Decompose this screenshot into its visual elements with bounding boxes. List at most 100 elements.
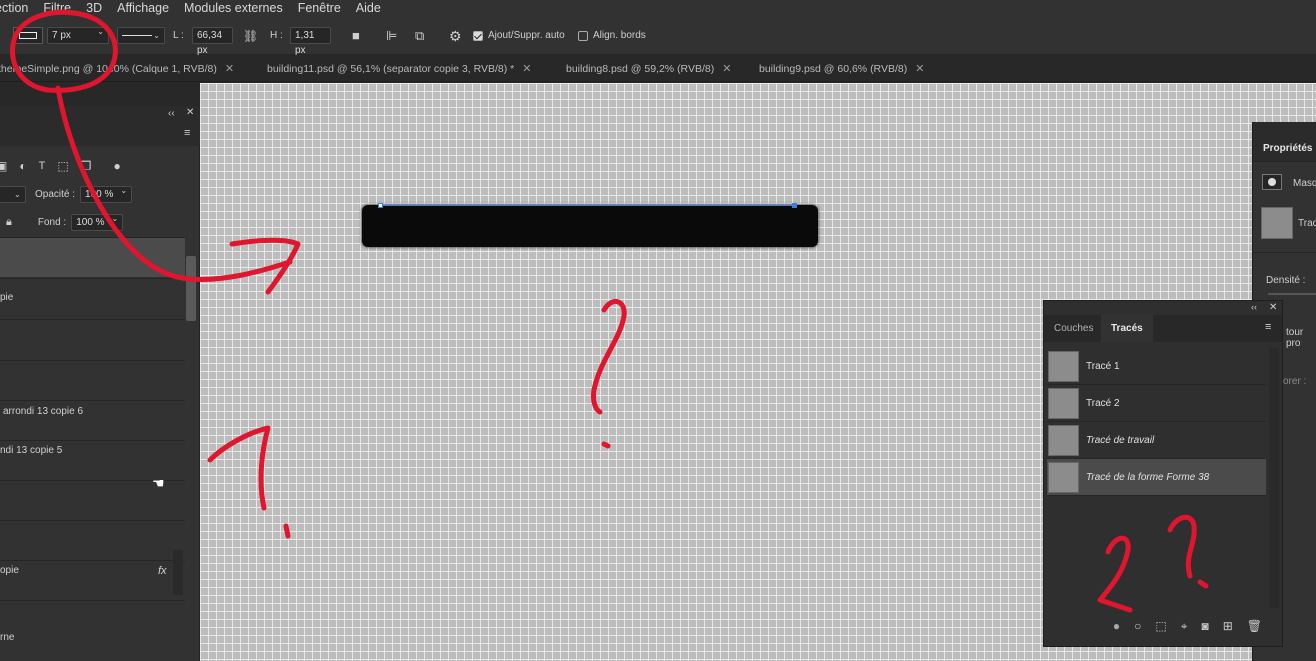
path-alignment-icon[interactable]: ⊫ (386, 29, 397, 42)
paths-scroll-track[interactable] (1269, 348, 1279, 608)
image-filter-icon[interactable]: ▣ (0, 160, 7, 172)
path-thumbnail (1048, 350, 1079, 382)
fill-path-icon[interactable]: ● (1113, 619, 1120, 633)
add-mask-icon[interactable]: ◙ (1201, 619, 1208, 633)
layer-row[interactable] (0, 520, 185, 560)
anchor-point[interactable] (792, 203, 797, 208)
fill-input[interactable]: 100 % ⌄ (71, 213, 124, 231)
tab-building9[interactable]: building9.psd @ 60,6% (RVB/8) ✕ (759, 56, 924, 82)
chevron-down-icon: ⌄ (111, 213, 119, 223)
paths-panel-tabs: Couches Tracés ≡ (1044, 315, 1282, 342)
new-path-icon[interactable]: ⊞ (1223, 619, 1233, 633)
layers-panel: ‹‹ ✕ ≡ ▣ ◐ T ⬚ ❐ ● ⌄ Opacité : 100 % ⌄ 🔒… (0, 106, 200, 661)
stroke-type-select[interactable]: ⌄ (117, 27, 165, 44)
layer-row[interactable]: pie (0, 278, 185, 318)
layer-row-selected[interactable] (0, 237, 185, 277)
close-icon[interactable]: ✕ (225, 63, 234, 75)
close-icon[interactable]: ✕ (722, 63, 731, 75)
path-name: Tracé de travail (1086, 434, 1155, 446)
menu-view[interactable]: Affichage (117, 1, 169, 15)
opacity-row: ⌄ Opacité : 100 % ⌄ (0, 184, 200, 204)
menu-3d[interactable]: 3D (86, 1, 102, 15)
tab-theme-simple[interactable]: themeSimple.png @ 1040% (Calque 1, RVB/8… (0, 56, 234, 82)
path-segment[interactable] (380, 205, 795, 206)
link-icon[interactable]: ⛓ (243, 30, 258, 42)
collapse-panel-icon[interactable]: ‹‹ (168, 109, 175, 119)
panel-menu-icon[interactable]: ≡ (184, 128, 190, 139)
layer-row[interactable]: ndi 13 copie 5 (0, 440, 185, 480)
menu-help[interactable]: Aide (356, 1, 381, 15)
tab-building11[interactable]: building11.psd @ 56,1% (separator copie … (267, 56, 531, 82)
options-bar: 7 px ⌄ ⌄ L : 66,34 px ⛓ H : 1,31 px ■ ⊫ … (0, 15, 1316, 56)
anchor-point[interactable] (378, 203, 383, 208)
lock-icon[interactable]: 🔒︎ (6, 216, 12, 228)
close-icon[interactable]: ✕ (1269, 303, 1277, 313)
fx-badge[interactable]: fx (158, 565, 167, 577)
layer-filter-icons: ▣ ◐ T ⬚ ❐ ● (0, 154, 200, 178)
density-slider[interactable] (1268, 293, 1316, 295)
make-work-path-icon[interactable]: ⌖ (1181, 619, 1188, 634)
type-filter-icon[interactable]: T (39, 160, 46, 172)
blend-mode-select[interactable]: ⌄ (0, 185, 26, 203)
smart-object-filter-icon[interactable]: ❐ (81, 160, 92, 172)
path-item[interactable]: Tracé de travail (1047, 422, 1266, 459)
collapse-panel-icon[interactable]: ‹‹ (1251, 303, 1257, 312)
layer-row[interactable]: rne (0, 626, 185, 661)
checkbox-checked (473, 30, 483, 41)
paths-panel: ‹‹ ✕ Couches Tracés ≡ Tracé 1 Tracé 2 Tr… (1043, 300, 1283, 647)
layer-row[interactable] (0, 319, 185, 359)
layer-row[interactable]: opie fx ⌃ (0, 560, 185, 600)
fill-value: 100 % (76, 216, 105, 228)
shape-filter-icon[interactable]: ⬚ (57, 160, 68, 172)
chevron-down-icon: ⌄ (153, 30, 160, 40)
trash-icon[interactable]: 🗑︎ (1247, 619, 1262, 633)
menu-filter[interactable]: Filtre (43, 1, 71, 15)
gear-icon[interactable]: ⚙ (449, 29, 462, 43)
path-thumbnail (1261, 207, 1293, 239)
adjustment-filter-icon[interactable]: ◐ (19, 160, 26, 172)
mask-icon[interactable] (1262, 174, 1282, 190)
width-label: L : (173, 30, 184, 41)
opacity-input[interactable]: 100 % ⌄ (80, 185, 133, 203)
path-name: Tracé de la forme Forme 38 (1086, 471, 1210, 483)
stroke-path-icon[interactable]: ○ (1134, 619, 1141, 633)
height-input[interactable]: 1,31 px (290, 27, 331, 56)
layers-scrollbar[interactable] (186, 256, 196, 321)
layer-row[interactable] (0, 360, 185, 400)
layer-row[interactable]: arrondi 13 copie 6 (0, 400, 185, 440)
tab-channels[interactable]: Couches (1044, 315, 1103, 342)
opacity-label: Opacité : (35, 188, 76, 200)
close-icon[interactable]: ✕ (915, 63, 924, 75)
auto-add-delete-checkbox[interactable]: Ajout/Suppr. auto (473, 27, 565, 44)
width-input[interactable]: 66,34 px (192, 27, 233, 56)
close-icon[interactable]: ✕ (186, 108, 194, 118)
close-icon[interactable]: ✕ (522, 63, 531, 75)
menu-window[interactable]: Fenêtre (298, 1, 341, 15)
fill-row: 🔒︎ Fond : 100 % ⌄ (0, 212, 200, 232)
align-edges-checkbox[interactable]: Align. bords (578, 27, 646, 44)
load-as-selection-icon[interactable]: ⬚ (1155, 619, 1166, 633)
tab-building8[interactable]: building8.psd @ 59,2% (RVB/8) ✕ (566, 56, 731, 82)
path-name: Tracé 1 (1086, 360, 1120, 372)
properties-header: Propriétés (1253, 122, 1316, 162)
menu-selection[interactable]: ection (0, 1, 28, 15)
stroke-color-swatch[interactable] (13, 27, 43, 44)
tab-label: building8.psd @ 59,2% (RVB/8) (566, 63, 715, 75)
stroke-width-value: 7 px (52, 30, 71, 41)
menu-bar: ection Filtre 3D Affichage Modules exter… (0, 0, 1316, 15)
path-item[interactable]: Tracé 1 (1047, 348, 1266, 385)
panel-menu-icon[interactable]: ≡ (1265, 322, 1271, 333)
path-item-selected[interactable]: Tracé de la forme Forme 38 (1047, 459, 1266, 496)
path-operations-icon[interactable]: ■ (352, 29, 360, 42)
menu-plugins[interactable]: Modules externes (184, 1, 283, 15)
tab-paths[interactable]: Tracés (1101, 315, 1153, 342)
density-label: Densité : (1266, 275, 1306, 286)
filter-toggle-icon[interactable]: ● (113, 160, 120, 172)
rounded-rectangle-shape[interactable] (362, 205, 818, 247)
fill-label: Fond : (37, 216, 67, 228)
path-item[interactable]: Tracé 2 (1047, 385, 1266, 422)
stroke-width-select[interactable]: 7 px ⌄ (47, 27, 109, 44)
path-arrangement-icon[interactable]: ⧉ (415, 29, 424, 42)
path-name: Tracé 2 (1086, 397, 1120, 409)
contour-label: tour pro (1286, 327, 1304, 349)
